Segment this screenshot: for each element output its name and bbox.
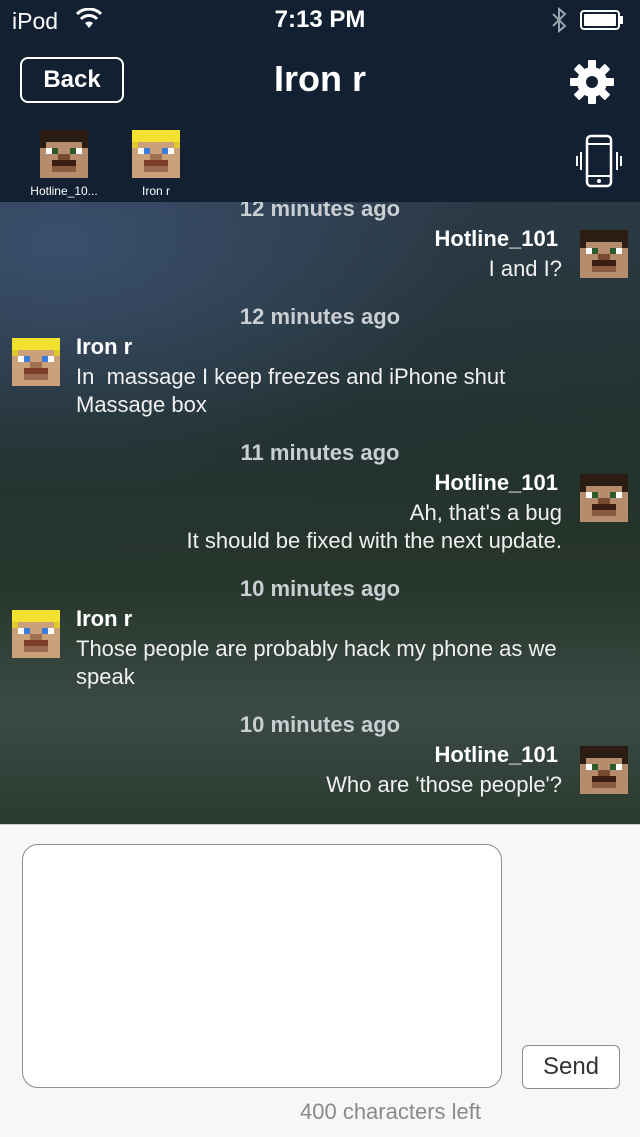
participant-name: Hotline_10... (30, 184, 98, 198)
blonde-face-icon[interactable] (12, 338, 60, 386)
status-time: 7:13 PM (274, 6, 366, 33)
message-input[interactable] (22, 844, 502, 1088)
message-text: I and I? (488, 256, 562, 281)
message-timestamp: 12 minutes ago (239, 202, 401, 221)
message-timestamp: 12 minutes ago (239, 304, 401, 329)
header: iPod 7:13 PM Back Iron r Hotline_10... I… (0, 0, 640, 202)
message-sender: Hotline_101 (434, 226, 559, 251)
battery-icon (580, 10, 623, 30)
message-timestamp: 10 minutes ago (239, 576, 401, 601)
message-timestamp: 10 minutes ago (239, 712, 401, 737)
vibrate-phone-icon[interactable] (576, 134, 622, 188)
message-sender: Iron r (76, 334, 133, 359)
bluetooth-icon (552, 7, 567, 33)
participant-name: Iron r (141, 184, 170, 198)
steve-face-icon[interactable] (580, 474, 628, 522)
gear-icon[interactable] (568, 58, 616, 106)
composer: Send 400 characters left (0, 824, 640, 1137)
characters-left: 400 characters left (300, 1099, 481, 1124)
conversation-title: Iron r (273, 58, 366, 99)
participant-hotline[interactable]: Hotline_10... (24, 130, 104, 198)
message-text: Those people are probably hack my phone … (76, 636, 557, 689)
message-sender: Hotline_101 (434, 470, 559, 495)
message-sender: Iron r (76, 606, 133, 631)
steve-face-icon (40, 130, 88, 178)
steve-face-icon[interactable] (580, 230, 628, 278)
message-text: Ah, that's a bug It should be fixed with… (186, 500, 562, 553)
blonde-face-icon (132, 130, 180, 178)
send-button[interactable]: Send (522, 1045, 620, 1089)
message-text: Who are 'those people'? (326, 772, 562, 797)
status-bar: iPod 7:13 PM (0, 0, 640, 40)
participant-iron-r[interactable]: Iron r (116, 130, 196, 198)
blonde-face-icon[interactable] (12, 610, 60, 658)
steve-face-icon[interactable] (580, 746, 628, 794)
message-sender: Hotline_101 (434, 742, 559, 767)
message-list[interactable]: 12 minutes ago Hotline_101 I and I? 12 m… (0, 202, 640, 824)
message-timestamp: 11 minutes ago (240, 440, 400, 465)
message-text: In massage I keep freezes and iPhone shu… (76, 364, 506, 417)
